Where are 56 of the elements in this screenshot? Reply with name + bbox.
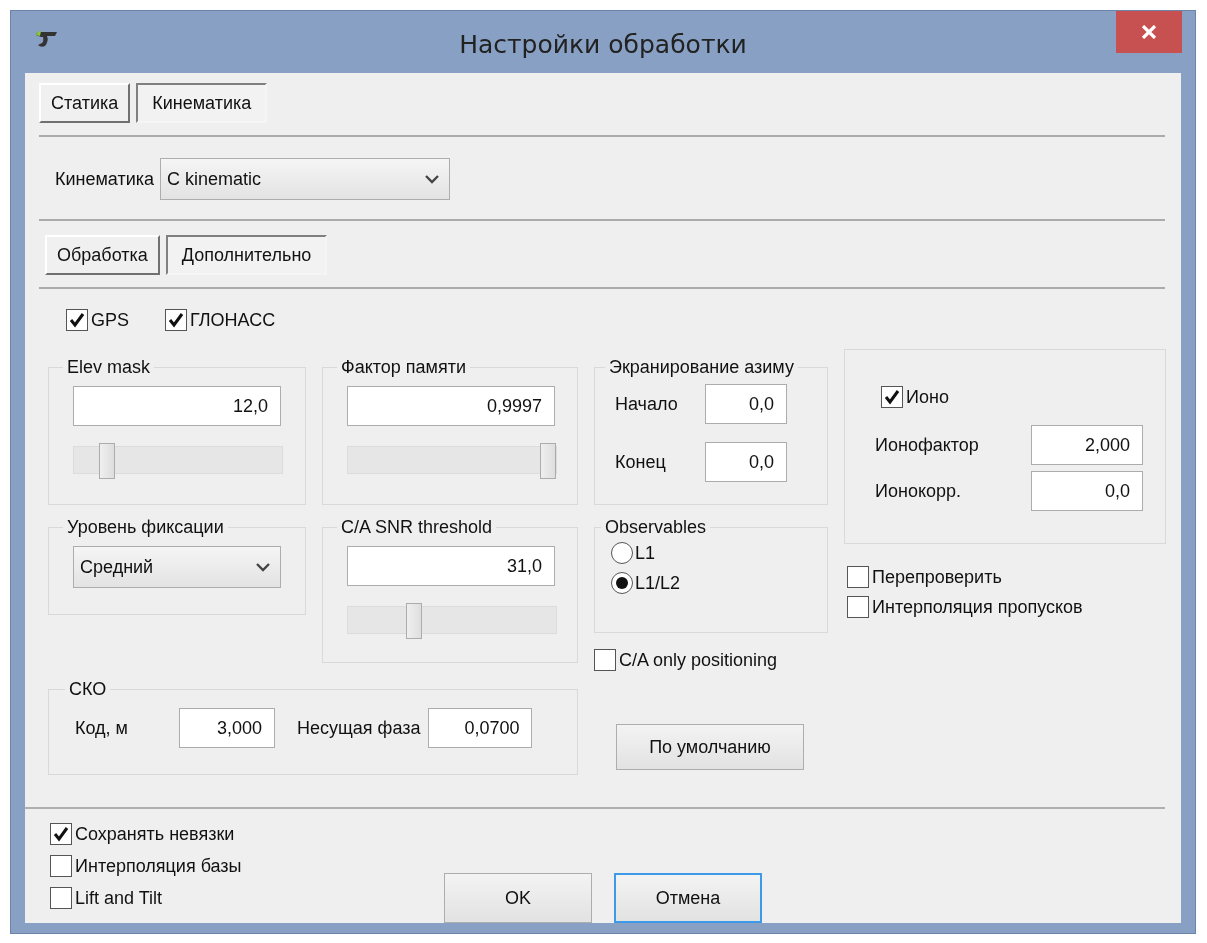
input-field[interactable]: 0,0 — [1031, 471, 1143, 511]
field-label: Начало — [615, 393, 679, 415]
dialog-button[interactable]: OK — [444, 873, 592, 923]
checkbox[interactable]: Ионо — [881, 386, 1145, 408]
group-title: Уровень фиксации — [66, 517, 225, 538]
input-field[interactable]: 0,0 — [705, 442, 787, 482]
checkmark-icon — [167, 311, 185, 329]
tab[interactable]: Дополнительно — [165, 235, 328, 275]
tab[interactable]: Статика — [39, 83, 131, 123]
field-label: Несущая фаза — [297, 717, 421, 739]
default-button[interactable]: По умолчанию — [616, 724, 804, 770]
input-field[interactable]: 12,0 — [73, 386, 281, 426]
chevron-down-icon — [425, 174, 440, 184]
tab[interactable]: Обработка — [45, 235, 160, 275]
checkbox[interactable]: C/A only positioning — [594, 649, 828, 671]
input-field[interactable]: 3,000 — [179, 708, 275, 748]
input-field[interactable]: 0,9997 — [347, 386, 555, 426]
checkbox[interactable]: Перепроверить — [847, 566, 1166, 588]
window-title: Настройки обработки — [459, 29, 747, 59]
input-field[interactable]: 31,0 — [347, 546, 555, 586]
checkmark-icon — [883, 388, 901, 406]
close-button[interactable] — [1116, 11, 1182, 53]
checkbox[interactable]: GPS — [66, 309, 129, 331]
group-title: Elev mask — [66, 357, 152, 378]
group-title: C/A SNR threshold — [340, 517, 494, 538]
radio-button[interactable]: L1 — [611, 542, 813, 564]
fix-level-dropdown[interactable]: Средний — [73, 546, 281, 588]
field-label: Ионокорр. — [875, 480, 962, 502]
slider-thumb[interactable] — [405, 603, 422, 639]
field-label: Код, м — [75, 717, 129, 739]
dialog-button[interactable]: Отмена — [614, 873, 762, 923]
input-field[interactable]: 2,000 — [1031, 425, 1143, 465]
checkbox[interactable]: ГЛОНАСС — [165, 309, 276, 331]
group-title: Observables — [604, 517, 708, 538]
field-label: Конец — [615, 451, 667, 473]
app-logo-icon — [33, 29, 59, 49]
kinematics-label: Кинематика — [55, 168, 155, 190]
close-icon — [1141, 25, 1157, 39]
input-field[interactable]: 0,0 — [705, 384, 787, 424]
checkbox[interactable]: Интерполяция пропусков — [847, 596, 1166, 618]
field-label: Ионофактор — [875, 434, 980, 456]
checkmark-icon — [52, 825, 70, 843]
checkbox[interactable]: Интерполяция базы — [50, 855, 444, 877]
group-title: Фактор памяти — [340, 357, 467, 378]
group-title: СКО — [68, 679, 108, 700]
input-field[interactable]: 0,0700 — [428, 708, 533, 748]
group-title: Экранирование азиму — [608, 357, 795, 378]
slider-thumb[interactable] — [540, 443, 556, 479]
kinematics-dropdown[interactable]: C kinematic — [160, 158, 451, 200]
radio-button[interactable]: L1/L2 — [611, 572, 813, 594]
checkbox[interactable]: Сохранять невязки — [50, 823, 444, 845]
tab[interactable]: Кинематика — [136, 83, 268, 123]
checkmark-icon — [68, 311, 86, 329]
checkbox[interactable]: Lift and Tilt — [50, 887, 444, 909]
slider-thumb[interactable] — [98, 443, 115, 479]
chevron-down-icon — [256, 562, 270, 572]
